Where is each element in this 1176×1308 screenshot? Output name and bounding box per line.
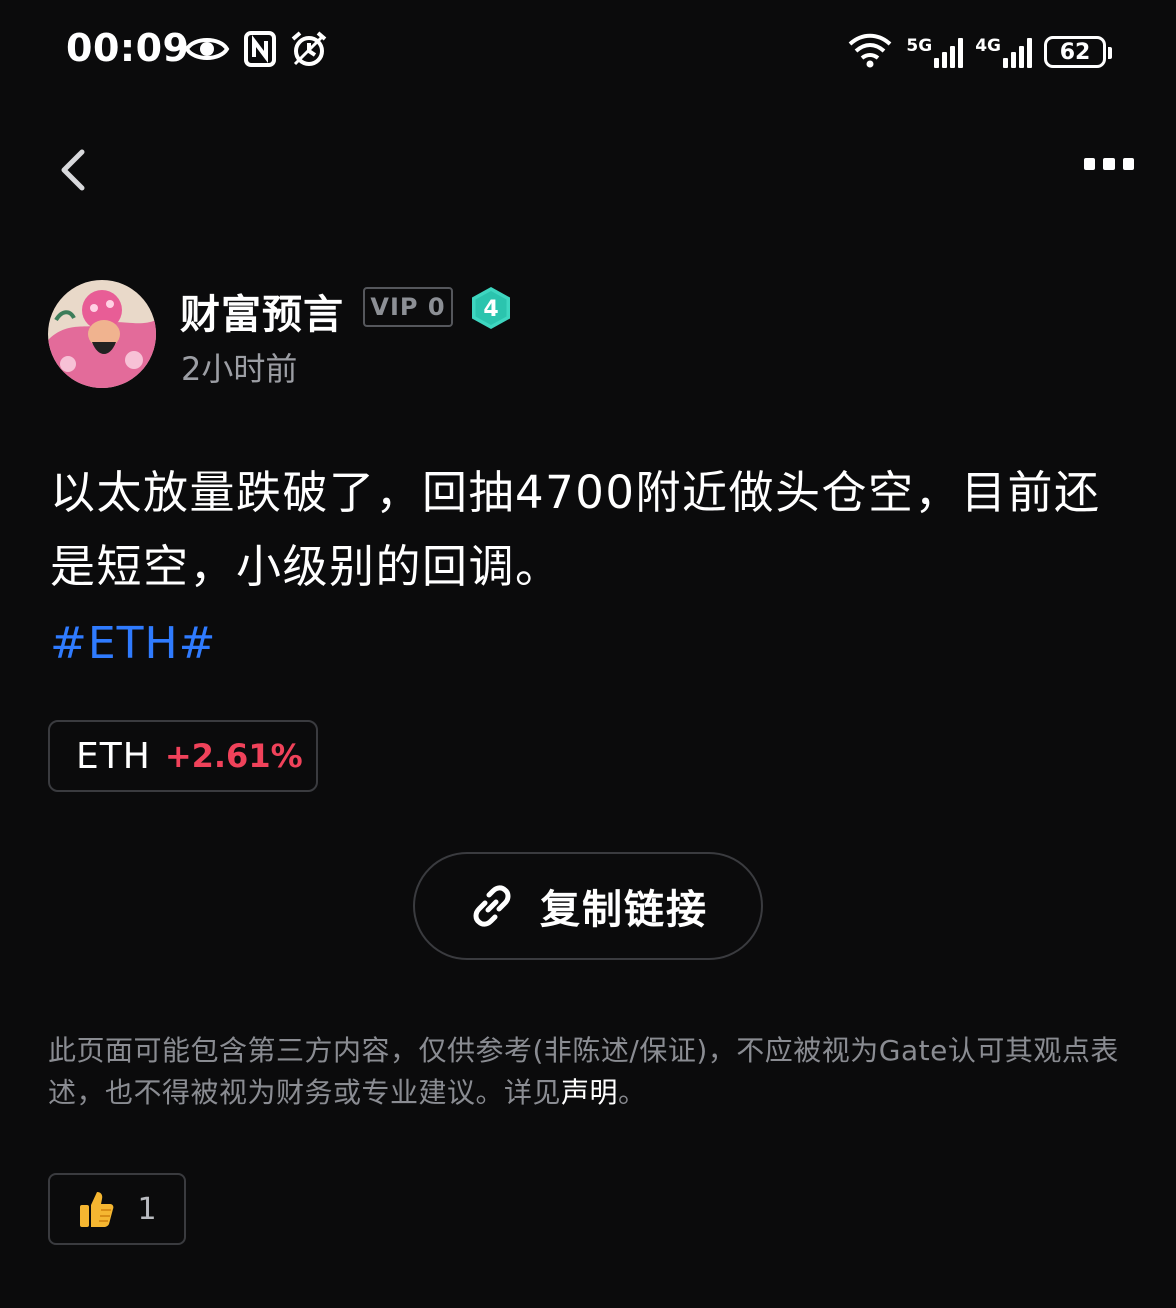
status-left-icons — [184, 30, 328, 68]
wifi-icon — [849, 33, 892, 68]
net-label-4g: 4G — [975, 36, 1001, 56]
avatar[interactable] — [48, 280, 156, 388]
post-detail-page: 00:09 5G 4G 62 财富预言 VIP 0 4 2小时前 以太放量跌破了… — [0, 0, 1176, 1308]
battery-level: 62 — [1059, 39, 1091, 65]
chevron-left-icon — [61, 149, 85, 191]
coin-chip[interactable]: ETH +2.61% — [48, 720, 318, 792]
level-badge: 4 — [470, 286, 512, 330]
vip-badge: VIP 0 — [363, 287, 453, 327]
post-text: 以太放量跌破了，回抽4700附近做头仓空，目前还是短空，小级别的回调。 — [50, 466, 1101, 593]
link-icon — [473, 885, 511, 927]
eye-icon — [184, 38, 230, 60]
signal-icon — [934, 38, 964, 68]
alarm-icon — [291, 31, 327, 66]
status-bar: 00:09 5G 4G 62 — [0, 0, 1176, 100]
nfc-icon — [244, 31, 276, 67]
battery-icon: 62 — [1044, 36, 1112, 68]
more-dots-icon — [1122, 158, 1134, 170]
signal-icon — [1003, 38, 1032, 68]
coin-change: +2.61% — [164, 737, 303, 775]
author-name[interactable]: 财富预言 — [180, 282, 344, 340]
post-time: 2小时前 — [181, 350, 298, 388]
coin-name: ETH — [76, 735, 151, 777]
signal-4g: 4G — [975, 38, 1032, 68]
disclaimer-link[interactable]: 声明 — [561, 1076, 618, 1109]
level-number: 4 — [483, 297, 498, 322]
status-time: 00:09 — [66, 26, 190, 70]
more-button[interactable] — [1084, 158, 1134, 174]
status-right-icons: 5G 4G 62 — [846, 30, 1112, 68]
more-dots-icon — [1084, 158, 1096, 170]
level-hexagon-icon: 4 — [472, 287, 510, 329]
disclaimer: 此页面可能包含第三方内容，仅供参考(非陈述/保证)，不应被视为Gate认可其观点… — [48, 1030, 1128, 1114]
thumbs-up-icon — [80, 1192, 114, 1227]
signal-5g: 5G — [906, 36, 964, 68]
more-dots-icon — [1103, 158, 1115, 170]
avatar-image — [48, 280, 156, 388]
disclaimer-end: 。 — [618, 1076, 647, 1109]
net-label-5g: 5G — [906, 36, 933, 56]
like-button[interactable]: 1 — [48, 1173, 186, 1245]
like-count: 1 — [137, 1191, 157, 1227]
copy-link-label: 复制链接 — [540, 887, 708, 933]
hashtag-link[interactable]: #ETH# — [50, 618, 217, 669]
copy-link-button[interactable]: 复制链接 — [413, 852, 763, 960]
back-button[interactable] — [52, 146, 96, 194]
